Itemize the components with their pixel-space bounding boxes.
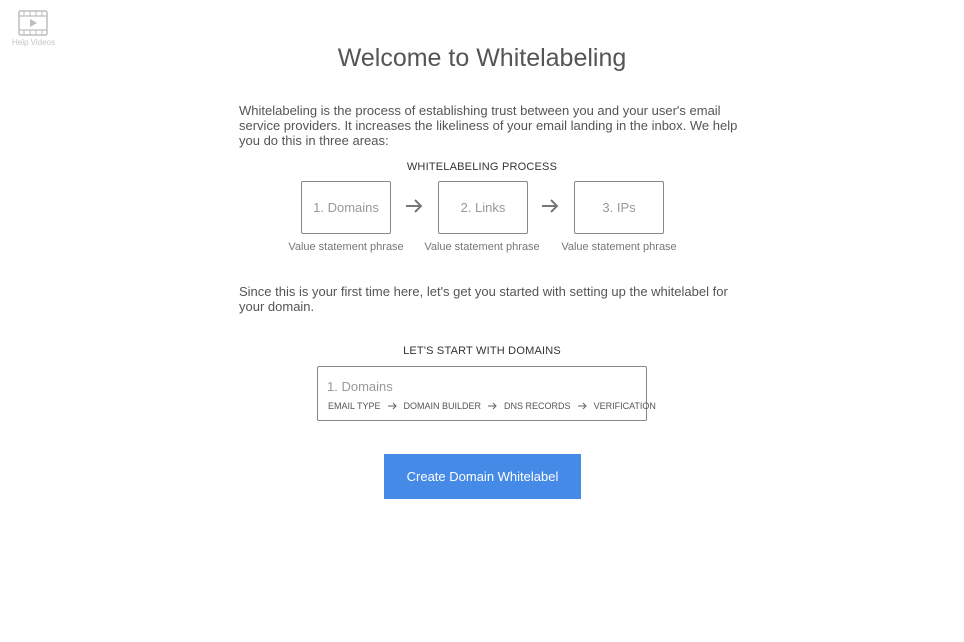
intro-text: Whitelabeling is the process of establis… xyxy=(239,103,738,148)
substep-verification: VERIFICATION xyxy=(593,401,656,411)
value-statement-domains: Value statement phrase xyxy=(288,241,404,253)
help-videos-link[interactable]: Help Videos xyxy=(12,10,55,47)
first-time-text: Since this is your first time here, let'… xyxy=(239,284,728,314)
process-step-domains: 1. Domains xyxy=(301,181,391,234)
arrow-right-icon xyxy=(387,402,397,410)
substep-domain-builder: DOMAIN BUILDER xyxy=(403,401,482,411)
start-heading: LET'S START WITH DOMAINS xyxy=(403,345,561,357)
arrow-right-icon xyxy=(406,199,423,213)
process-step-ips: 3. IPs xyxy=(574,181,664,234)
page-title: Welcome to Whitelabeling xyxy=(337,44,627,72)
value-statement-ips: Value statement phrase xyxy=(561,241,677,253)
film-play-icon xyxy=(18,10,48,36)
arrow-right-icon xyxy=(542,199,559,213)
substep-email-type: EMAIL TYPE xyxy=(328,401,381,411)
domains-substeps: EMAIL TYPE DOMAIN BUILDER DNS RECORDS VE… xyxy=(328,401,656,411)
domains-card: 1. Domains EMAIL TYPE DOMAIN BUILDER DNS… xyxy=(317,366,656,421)
arrow-right-icon xyxy=(488,402,497,410)
domains-card-title: 1. Domains xyxy=(327,379,393,394)
process-heading: WHITELABELING PROCESS xyxy=(406,161,558,173)
value-statement-links: Value statement phrase xyxy=(424,241,540,253)
process-step-links: 2. Links xyxy=(438,181,528,234)
create-domain-whitelabel-button[interactable]: Create Domain Whitelabel xyxy=(384,454,581,499)
arrow-right-icon xyxy=(577,402,587,410)
substep-dns-records: DNS RECORDS xyxy=(504,401,571,411)
